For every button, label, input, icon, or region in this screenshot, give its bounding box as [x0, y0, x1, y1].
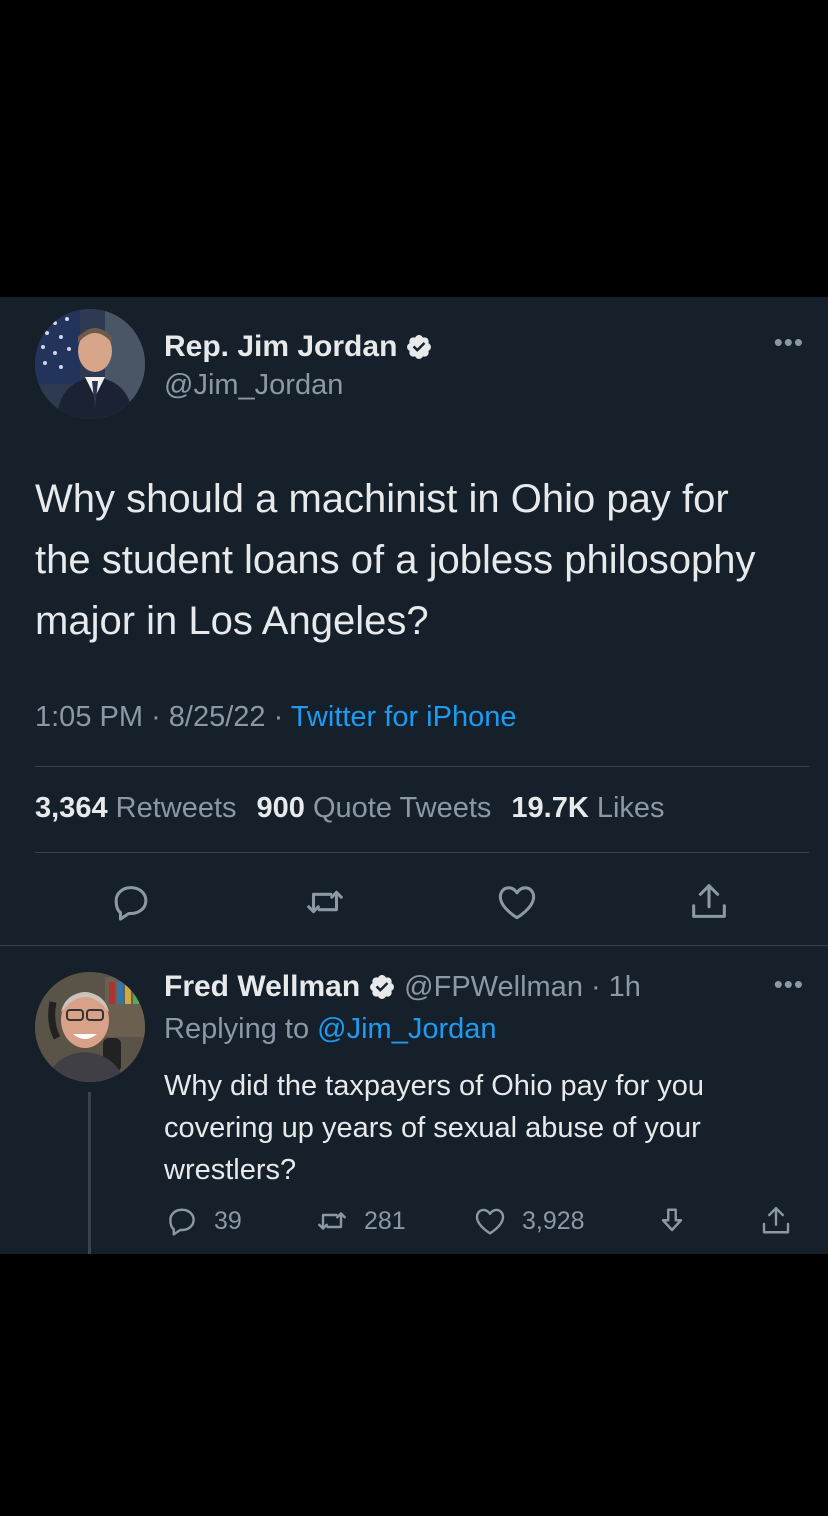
- quotes-stat[interactable]: 900 Quote Tweets: [257, 792, 492, 825]
- reply-icon: [114, 886, 148, 921]
- retweet-count: 281: [364, 1206, 406, 1235]
- meta-separator: ·: [151, 701, 169, 733]
- reply-time[interactable]: 1h: [609, 971, 641, 1004]
- reply-text: Why did the taxpayers of Ohio pay for yo…: [164, 1070, 704, 1186]
- reply-count: 39: [214, 1206, 242, 1235]
- like-count: 3,928: [522, 1206, 585, 1235]
- verified-badge-icon: [370, 975, 395, 999]
- meta-separator: ·: [273, 701, 291, 733]
- replying-mention-link[interactable]: @Jim_Jordan: [317, 1013, 496, 1045]
- like-icon: [475, 1208, 505, 1235]
- like-button[interactable]: [494, 879, 540, 925]
- retweet-icon: [318, 1212, 346, 1230]
- reply-display-name[interactable]: Fred Wellman: [164, 970, 360, 1004]
- retweet-button[interactable]: [302, 879, 348, 925]
- divider: [35, 852, 809, 853]
- tweet-date: 8/25/22: [168, 701, 266, 733]
- author-handle[interactable]: @Jim_Jordan: [164, 369, 343, 402]
- author-display-name[interactable]: Rep. Jim Jordan: [164, 330, 397, 364]
- share-icon: [762, 1207, 790, 1234]
- share-icon: [692, 884, 726, 918]
- tweet-action-bar: [0, 879, 828, 925]
- reply-icon: [169, 1208, 195, 1236]
- retweet-icon: [307, 890, 343, 914]
- verified-badge-icon: [407, 335, 432, 359]
- tweet-meta: 1:05 PM · 8/25/22 · Twitter for iPhone: [35, 701, 516, 734]
- likes-stat[interactable]: 19.7K Likes: [511, 792, 664, 825]
- reply-bookmark-button[interactable]: [654, 1203, 690, 1239]
- retweets-label: Retweets: [115, 792, 237, 824]
- avatar-fred-wellman[interactable]: [35, 972, 145, 1082]
- tweet-source-link[interactable]: Twitter for iPhone: [291, 701, 517, 733]
- tweet-text: Why should a machinist in Ohio pay for t…: [35, 477, 756, 643]
- thread-line: [88, 1092, 91, 1254]
- reply-like-button[interactable]: 3,928: [472, 1203, 585, 1239]
- reply-share-button[interactable]: [758, 1203, 794, 1239]
- meta-separator: ·: [590, 970, 601, 1003]
- tweet-panel: Rep. Jim Jordan @Jim_Jordan ••• Why shou…: [0, 297, 828, 1254]
- replying-prefix: Replying to: [164, 1013, 310, 1045]
- bookmark-icon: [661, 1208, 683, 1232]
- like-icon: [498, 886, 536, 920]
- tweet-stats: 3,364 Retweets 900 Quote Tweets 19.7K Li…: [35, 792, 665, 825]
- reply-button[interactable]: [108, 879, 154, 925]
- more-icon[interactable]: •••: [774, 327, 804, 358]
- reply-reply-button[interactable]: 39: [164, 1203, 242, 1239]
- author-name-row: Rep. Jim Jordan: [164, 330, 433, 364]
- quotes-count: 900: [256, 792, 305, 824]
- likes-label: Likes: [596, 792, 665, 824]
- divider: [0, 945, 828, 946]
- more-icon[interactable]: •••: [774, 969, 804, 1000]
- reply-handle[interactable]: @FPWellman: [404, 971, 583, 1004]
- tweet-time: 1:05 PM: [35, 701, 143, 733]
- avatar-jim-jordan[interactable]: [35, 309, 145, 419]
- share-button[interactable]: [686, 879, 732, 925]
- reply-retweet-button[interactable]: 281: [314, 1203, 406, 1239]
- replying-to: Replying to @Jim_Jordan: [164, 1013, 497, 1046]
- reply-author-row: Fred Wellman @FPWellman · 1h: [164, 970, 641, 1004]
- retweets-stat[interactable]: 3,364 Retweets: [35, 792, 237, 825]
- likes-count: 19.7K: [511, 792, 589, 824]
- quotes-label: Quote Tweets: [312, 792, 492, 824]
- reply-action-bar: 39 281 3,928: [164, 1203, 804, 1243]
- retweets-count: 3,364: [35, 792, 108, 824]
- divider: [35, 766, 809, 767]
